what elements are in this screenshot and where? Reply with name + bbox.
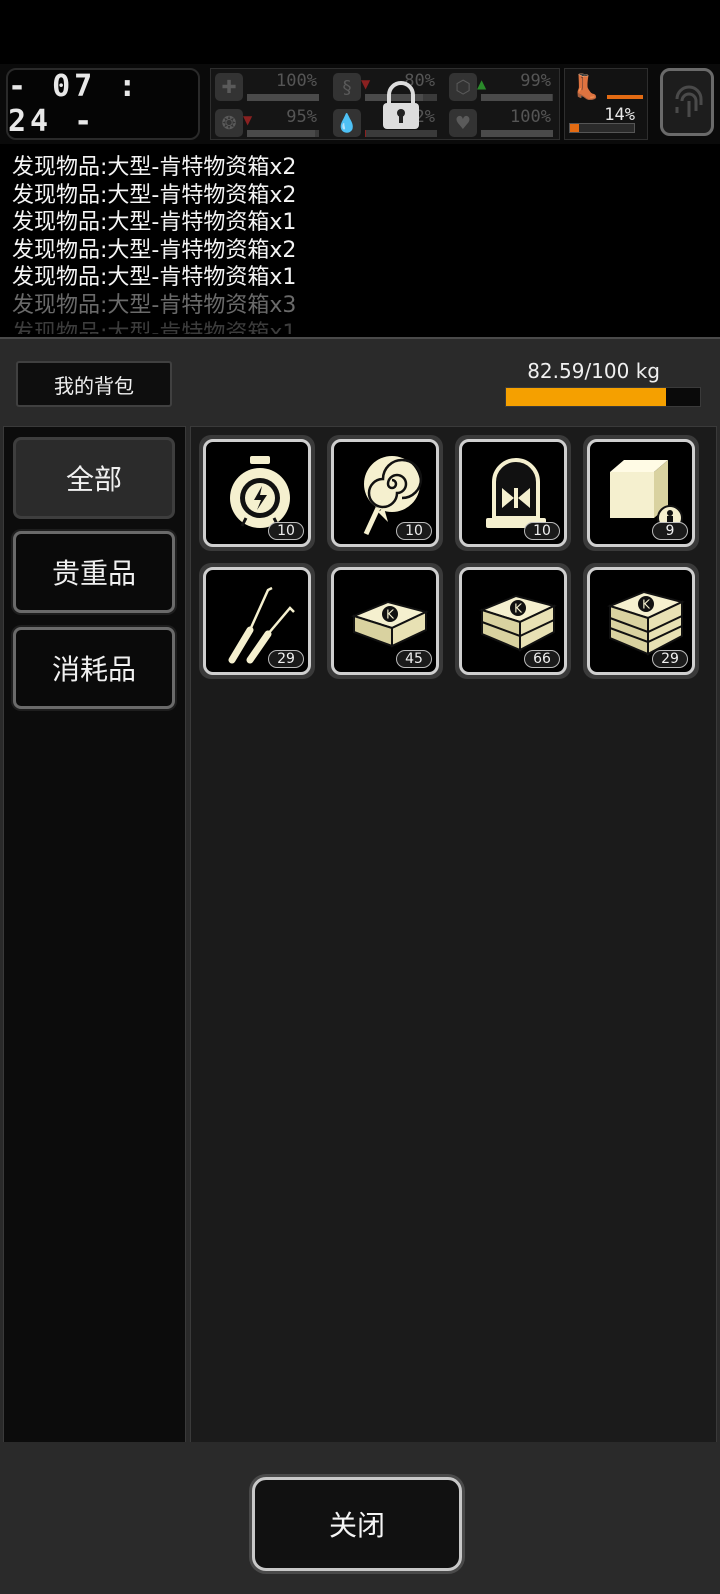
tab-all[interactable]: 全部	[13, 437, 175, 519]
stat-value: 95%	[286, 107, 317, 127]
item-quantity: 45	[396, 650, 432, 668]
stat-heart: ♥ 100%	[447, 107, 557, 139]
stat-bar	[247, 130, 319, 137]
heart-icon: ♥	[449, 109, 477, 137]
status-hud: - 07 : 24 - ✚ 100% § ▼ 80% ⬡ ▲ 99% ❂ ▼ 9…	[0, 64, 720, 144]
arrow-down-icon: ▼	[361, 77, 371, 91]
log-line: 发现物品:大型-肯特物资箱x2	[12, 182, 297, 208]
item-quantity: 10	[396, 522, 432, 540]
item-slot-lollipop[interactable]: 10	[327, 435, 443, 551]
item-quantity: 29	[652, 650, 688, 668]
stat-bar	[247, 94, 319, 101]
close-button[interactable]: 关闭	[252, 1477, 462, 1571]
log-line: 发现物品:大型-肯特物资箱x3	[12, 292, 297, 318]
medkit-icon: ✚	[215, 73, 243, 101]
fatigue-panel: 👢 14%	[564, 68, 648, 140]
arrow-down-icon: ▼	[243, 113, 253, 127]
stat-bar	[481, 94, 553, 101]
event-log: 发现物品:大型-肯特物资箱x2 发现物品:大型-肯特物资箱x2 发现物品:大型-…	[12, 154, 712, 334]
item-slot-kent-crate-large[interactable]: K 29	[583, 563, 699, 679]
tab-consumables[interactable]: 消耗品	[13, 627, 175, 709]
svg-text:K: K	[386, 608, 395, 622]
svg-text:K: K	[642, 598, 651, 612]
bag-title: 我的背包	[16, 361, 172, 407]
stat-bar	[365, 130, 437, 137]
item-slot-kent-crate-medium[interactable]: K 66	[455, 563, 571, 679]
brain-icon: ❂	[215, 109, 243, 137]
water-drop-icon: 💧	[333, 109, 361, 137]
item-grid: 10 10 10 9 29 K 45 K 66 K 29	[190, 426, 717, 1556]
weight-bar	[505, 387, 701, 407]
item-slot-box[interactable]: 9	[583, 435, 699, 551]
lock-icon[interactable]	[379, 81, 423, 131]
log-line: 发现物品:大型-肯特物资箱x2	[12, 237, 297, 263]
stat-defense: ⬡ ▲ 99%	[447, 71, 557, 103]
arrow-up-icon: ▲	[477, 77, 487, 91]
item-slot-kent-crate-small[interactable]: K 45	[327, 563, 443, 679]
boot-icon: 👢	[571, 73, 601, 101]
log-line: 发现物品:大型-肯特物资箱x1	[12, 320, 297, 334]
item-slot-lockpick[interactable]: 29	[199, 563, 315, 679]
fatigue-value: 14%	[604, 105, 635, 125]
inventory-panel: 我的背包 82.59/100 kg 全部 贵重品 消耗品 10 10 10 9 …	[0, 337, 720, 1594]
kent-crate-small-icon: K	[351, 600, 429, 648]
weight-text: 82.59/100 kg	[527, 359, 660, 383]
tab-valuables[interactable]: 贵重品	[13, 531, 175, 613]
shield-icon: ⬡	[449, 73, 477, 101]
kent-crate-medium-icon: K	[479, 594, 557, 652]
item-quantity: 9	[652, 522, 688, 540]
item-slot-alarm[interactable]: 10	[455, 435, 571, 551]
item-quantity: 10	[268, 522, 304, 540]
item-slot-stopwatch[interactable]: 10	[199, 435, 315, 551]
stats-panel: ✚ 100% § ▼ 80% ⬡ ▲ 99% ❂ ▼ 95% 💧 2% ♥ 10…	[210, 68, 560, 140]
stat-value: 99%	[520, 71, 551, 91]
fingerprint-button[interactable]	[660, 68, 714, 136]
item-quantity: 10	[524, 522, 560, 540]
alarm-beacon-icon	[486, 458, 546, 528]
stat-value: 100%	[276, 71, 317, 91]
kent-crate-large-icon: K	[607, 590, 685, 656]
log-line: 发现物品:大型-肯特物资箱x1	[12, 265, 297, 291]
stopwatch-icon	[230, 456, 290, 528]
stat-health: ✚ 100%	[213, 71, 323, 103]
item-quantity: 29	[268, 650, 304, 668]
fingerprint-icon	[675, 85, 703, 117]
log-line: 发现物品:大型-肯特物资箱x2	[12, 155, 297, 180]
svg-text:K: K	[514, 602, 523, 616]
game-clock: - 07 : 24 -	[6, 68, 200, 140]
stat-value: 100%	[510, 107, 551, 127]
fatigue-bar	[569, 123, 635, 133]
stomach-icon: §	[333, 73, 361, 101]
stat-bar	[481, 130, 553, 137]
log-line: 发现物品:大型-肯特物资箱x1	[12, 210, 297, 236]
item-quantity: 66	[524, 650, 560, 668]
fatigue-indicator	[607, 95, 643, 99]
stat-sanity: ❂ ▼ 95%	[213, 107, 323, 139]
category-sidebar: 全部 贵重品 消耗品	[3, 426, 186, 1556]
